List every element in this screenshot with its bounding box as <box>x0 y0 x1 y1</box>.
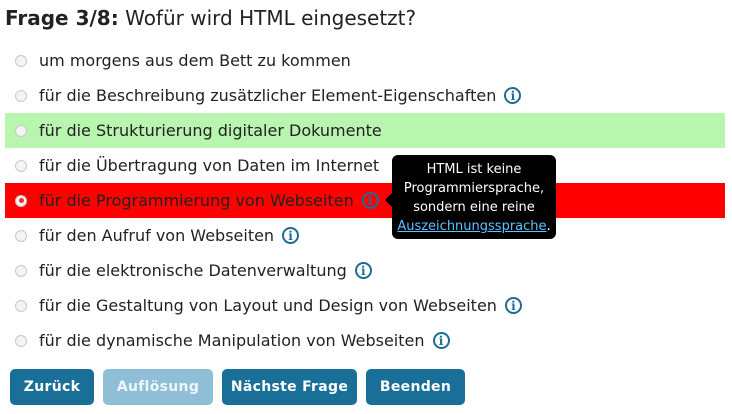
tooltip-suffix: . <box>546 219 551 234</box>
option-7[interactable]: für die elektronische Datenverwaltung i <box>5 253 725 288</box>
option-label: für die Programmierung von Webseiten <box>39 191 354 210</box>
radio-button[interactable] <box>15 299 27 312</box>
option-label: für die Gestaltung von Layout und Design… <box>39 296 497 315</box>
option-label: um morgens aus dem Bett zu kommen <box>39 51 351 70</box>
option-label: für die elektronische Datenverwaltung <box>39 261 347 280</box>
question-heading: Frage 3/8: Wofür wird HTML eingesetzt? <box>5 4 416 32</box>
tooltip-line: Programmiersprache, <box>403 181 545 196</box>
radio-button[interactable] <box>15 264 27 277</box>
option-label: für die dynamische Manipulation von Webs… <box>39 331 425 350</box>
option-label: für die Übertragung von Daten im Interne… <box>39 156 380 175</box>
tooltip-line: HTML ist keine <box>426 162 522 177</box>
radio-button[interactable] <box>15 159 27 172</box>
option-6[interactable]: für den Aufruf von Webseiten i <box>5 218 725 253</box>
tooltip-line: sondern eine reine <box>413 200 535 215</box>
info-icon[interactable]: i <box>361 192 379 209</box>
radio-button[interactable] <box>15 54 27 67</box>
option-label: für die Beschreibung zusätzlicher Elemen… <box>39 86 497 105</box>
radio-dot <box>18 198 24 203</box>
option-label: für die Strukturierung digitaler Dokumen… <box>39 121 382 140</box>
radio-button-selected[interactable] <box>15 194 27 207</box>
tooltip-link[interactable]: Auszeichnungssprache <box>397 219 546 234</box>
radio-button[interactable] <box>15 124 27 137</box>
option-8[interactable]: für die Gestaltung von Layout und Design… <box>5 288 725 323</box>
option-1[interactable]: um morgens aus dem Bett zu kommen <box>5 43 725 78</box>
option-2[interactable]: für die Beschreibung zusätzlicher Elemen… <box>5 78 725 113</box>
option-3[interactable]: für die Strukturierung digitaler Dokumen… <box>5 113 725 148</box>
answer-options: um morgens aus dem Bett zu kommen für di… <box>0 43 732 358</box>
button-bar: Zurück Auflösung Nächste Frage Beenden <box>10 369 465 405</box>
solution-button[interactable]: Auflösung <box>103 369 213 405</box>
tooltip-arrow <box>385 193 392 207</box>
info-icon[interactable]: i <box>504 297 522 314</box>
info-icon[interactable]: i <box>282 227 300 244</box>
next-question-button[interactable]: Nächste Frage <box>222 369 357 405</box>
info-tooltip: HTML ist keine Programmiersprache, sonde… <box>385 155 556 239</box>
question-text: Wofür wird HTML eingesetzt? <box>125 6 417 30</box>
radio-button[interactable] <box>15 334 27 347</box>
back-button[interactable]: Zurück <box>10 369 94 405</box>
finish-button[interactable]: Beenden <box>366 369 465 405</box>
question-number: Frage 3/8: <box>5 6 119 30</box>
radio-button[interactable] <box>15 229 27 242</box>
info-icon[interactable]: i <box>354 262 372 279</box>
info-icon[interactable]: i <box>432 332 450 349</box>
option-9[interactable]: für die dynamische Manipulation von Webs… <box>5 323 725 358</box>
option-label: für den Aufruf von Webseiten <box>39 226 275 245</box>
radio-button[interactable] <box>15 89 27 102</box>
info-icon[interactable]: i <box>504 87 522 104</box>
tooltip-link-line: Auszeichnungssprache. <box>396 217 552 236</box>
option-4[interactable]: für die Übertragung von Daten im Interne… <box>5 148 725 183</box>
option-5[interactable]: für die Programmierung von Webseiten i <box>5 183 725 218</box>
